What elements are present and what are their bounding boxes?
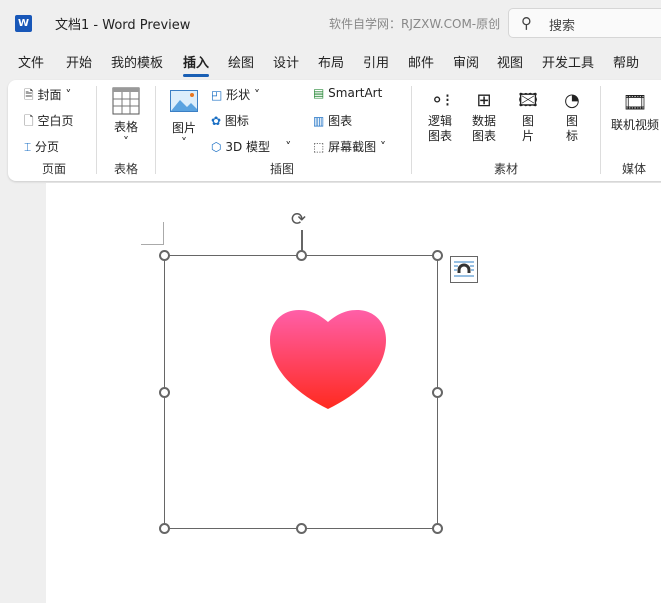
layout-options-icon bbox=[454, 261, 474, 277]
resize-handle-bottom-left[interactable] bbox=[159, 523, 170, 534]
table-label: 表格 bbox=[113, 120, 138, 134]
blank-page-label: 空白页 bbox=[37, 114, 74, 128]
blank-page-button[interactable]: 🗋 空白页 bbox=[24, 112, 74, 133]
screenshot-button[interactable]: ⬚ 屏幕截图 ˅ bbox=[313, 138, 386, 155]
title-bar: W 文档1 - Word Preview 软件自学网：RJZXW.COM-原创 … bbox=[0, 0, 661, 46]
table-button[interactable]: 表格 ˅ bbox=[111, 87, 141, 149]
group-divider bbox=[155, 86, 156, 174]
picture-label: 图片 bbox=[171, 121, 196, 135]
tab-insert[interactable]: 插入 bbox=[183, 52, 210, 77]
icons-button[interactable]: ✿ 图标 bbox=[211, 112, 249, 129]
page-break-label: 分页 bbox=[35, 140, 60, 154]
picture-button[interactable]: 图片 ˅ bbox=[169, 90, 199, 150]
cube-icon: ⬡ bbox=[211, 140, 222, 154]
data-chart-label: 数据 bbox=[471, 114, 496, 128]
chevron-down-icon: ˅ bbox=[123, 135, 129, 149]
resize-handle-top[interactable] bbox=[296, 250, 307, 261]
rotate-handle-icon[interactable]: ⟳ bbox=[291, 209, 306, 230]
shapes-button[interactable]: ◰ 形状 ˅ bbox=[211, 86, 260, 103]
picture-icon bbox=[170, 90, 198, 112]
smartart-icon: ▤ bbox=[313, 86, 325, 100]
blank-page-icon: 🗋 bbox=[24, 114, 34, 128]
page-break-icon: ⌶ bbox=[24, 140, 32, 154]
smartart-button[interactable]: ▤ SmartArt bbox=[313, 86, 382, 100]
search-icon: ⚲ bbox=[521, 14, 532, 32]
smartart-label: SmartArt bbox=[328, 86, 383, 100]
watermark-text: 软件自学网：RJZXW.COM-原创 bbox=[329, 17, 501, 31]
logic-chart-button[interactable]: ⚬⁝ 逻辑 图表 bbox=[427, 88, 453, 144]
cover-page-icon: 🗎 bbox=[24, 88, 34, 102]
word-logo-icon: W bbox=[15, 15, 32, 32]
resize-handle-bottom-right[interactable] bbox=[432, 523, 443, 534]
icons-label: 图标 bbox=[224, 114, 249, 128]
screenshot-label: 屏幕截图 bbox=[328, 140, 377, 154]
margin-marker bbox=[141, 222, 164, 245]
icons-icon: ✿ bbox=[211, 114, 222, 128]
chart-label: 图表 bbox=[328, 114, 353, 128]
tab-design[interactable]: 设计 bbox=[273, 52, 299, 71]
stock-picture-label: 图 bbox=[521, 114, 534, 128]
tab-developer[interactable]: 开发工具 bbox=[542, 52, 594, 71]
resize-handle-top-left[interactable] bbox=[159, 250, 170, 261]
shapes-label: 形状 bbox=[226, 88, 251, 102]
chart-button[interactable]: ▥ 图表 bbox=[313, 112, 352, 129]
table-icon bbox=[112, 87, 140, 115]
tab-layout[interactable]: 布局 bbox=[318, 52, 344, 71]
stock-picture-button[interactable]: 🖾 图片 bbox=[515, 88, 541, 144]
image-icon: 🖾 bbox=[518, 90, 538, 111]
tab-mailings[interactable]: 邮件 bbox=[408, 52, 434, 71]
tab-review[interactable]: 审阅 bbox=[453, 52, 479, 71]
online-video-label: 联机视频 bbox=[611, 118, 660, 132]
logic-chart-label: 图表 bbox=[427, 129, 452, 143]
tab-file[interactable]: 文件 bbox=[18, 52, 44, 71]
resize-handle-top-right[interactable] bbox=[432, 250, 443, 261]
group-label-illustrations: 插图 bbox=[270, 162, 295, 176]
group-label-assets: 素材 bbox=[494, 162, 519, 176]
shapes-stock-icon: ◔ bbox=[564, 90, 580, 111]
search-box[interactable]: ⚲ 搜索 bbox=[508, 8, 661, 38]
tab-my-templates[interactable]: 我的模板 bbox=[111, 52, 163, 71]
3d-models-label: 3D 模型 bbox=[225, 140, 271, 154]
data-chart-button[interactable]: ⊞ 数据 图表 bbox=[471, 88, 497, 144]
screenshot-icon: ⬚ bbox=[313, 140, 325, 154]
group-divider bbox=[96, 86, 97, 174]
layout-options-button[interactable] bbox=[450, 256, 478, 283]
cover-page-button[interactable]: 🗎 封面 ˅ bbox=[24, 86, 71, 107]
data-chart-label: 图表 bbox=[471, 129, 496, 143]
group-label-pages: 页面 bbox=[42, 162, 67, 176]
resize-handle-left[interactable] bbox=[159, 387, 170, 398]
tab-home[interactable]: 开始 bbox=[66, 52, 92, 71]
stock-picture-label: 片 bbox=[521, 129, 534, 143]
logic-chart-icon: ⚬⁝ bbox=[429, 90, 451, 111]
group-divider bbox=[411, 86, 412, 174]
group-label-media: 媒体 bbox=[622, 162, 647, 176]
tab-references[interactable]: 引用 bbox=[363, 52, 389, 71]
logic-chart-label: 逻辑 bbox=[427, 114, 452, 128]
3d-models-button[interactable]: ⬡ 3D 模型 ˅ bbox=[211, 138, 291, 155]
document-title: 文档1 - Word Preview bbox=[55, 18, 191, 33]
resize-handle-right[interactable] bbox=[432, 387, 443, 398]
search-placeholder: 搜索 bbox=[549, 19, 576, 34]
data-chart-icon: ⊞ bbox=[476, 90, 492, 111]
chevron-down-icon: ˅ bbox=[181, 136, 187, 150]
online-video-icon: 🎞 bbox=[622, 90, 648, 114]
stock-icon-label: 图 bbox=[565, 114, 578, 128]
ribbon-tabs: 文件 开始 我的模板 插入 绘图 设计 布局 引用 邮件 审阅 视图 开发工具 … bbox=[0, 52, 661, 77]
cover-page-label: 封面 bbox=[37, 88, 62, 102]
resize-handle-bottom[interactable] bbox=[296, 523, 307, 534]
selected-image-frame[interactable] bbox=[164, 255, 438, 529]
tab-draw[interactable]: 绘图 bbox=[228, 52, 254, 71]
group-label-table: 表格 bbox=[114, 162, 139, 176]
shapes-icon: ◰ bbox=[211, 88, 223, 102]
online-video-button[interactable]: 🎞 联机视频 bbox=[611, 88, 659, 133]
stock-icon-button[interactable]: ◔ 图标 bbox=[559, 88, 585, 144]
tab-help[interactable]: 帮助 bbox=[613, 52, 639, 71]
chart-icon: ▥ bbox=[313, 114, 325, 128]
heart-icon[interactable] bbox=[269, 309, 387, 411]
stock-icon-label: 标 bbox=[565, 129, 578, 143]
group-divider bbox=[600, 86, 601, 174]
tab-view[interactable]: 视图 bbox=[497, 52, 523, 71]
page-break-button[interactable]: ⌶ 分页 bbox=[24, 138, 59, 155]
